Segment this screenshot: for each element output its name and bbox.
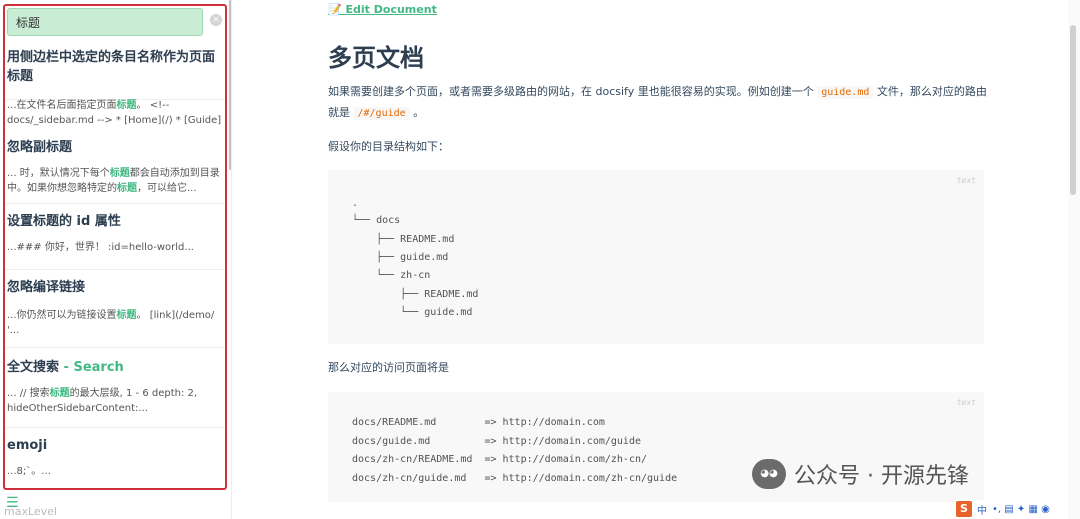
code-line: ├── README.md [352,289,479,300]
search-result-item[interactable]: 全文搜索 - Search ... // 搜索标题的最大层级, 1 - 6 de… [5,348,225,428]
search-results: 用侧边栏中选定的条目名称作为页面标题 ...在文件名后面指定页面标题。 <!--… [5,42,225,488]
result-snippet: ...你仍然可以为链接设置标题。 [link](/demo/ '... [7,310,215,336]
search-result-item[interactable]: 用侧边栏中选定的条目名称作为页面标题 ...在文件名后面指定页面标题。 <!--… [5,42,225,126]
code-line: └── zh-cn [352,270,431,281]
dir-intro: 假设你的目录结构如下： [328,140,449,153]
watermark-text: 公众号 · 开源先锋 [794,464,969,489]
inline-code: guide.md [817,86,874,99]
result-title: 忽略副标题 [7,140,73,155]
page-title: 多页文档 [328,44,424,72]
ime-toolbar: S 中 •, ▤ ✦ ▦ ◉ [956,500,1066,518]
routes-intro: 那么对应的访问页面将是 [328,361,449,374]
result-snippet: ...在文件名后面指定页面标题。 <!-- docs/_sidebar.md -… [7,100,222,126]
intro-paragraph: 如果需要创建多个页面，或者需要多级路由的网站，在 docsify 里也能很容易的… [328,85,987,120]
sidebar: × 用侧边栏中选定的条目名称作为页面标题 ...在文件名后面指定页面标题。 <!… [0,0,232,519]
edit-document-link[interactable]: 📝 Edit Document [328,3,437,16]
ime-tools-icons[interactable]: •, ▤ ✦ ▦ ◉ [992,504,1050,515]
search-result-item[interactable]: 设置标题的 id 属性 ...### 你好，世界！ :id=hello-worl… [5,204,225,270]
result-snippet: ...8;`。... [7,466,51,477]
result-title: 用侧边栏中选定的条目名称作为页面标题 [7,50,216,84]
sogou-logo-icon[interactable]: S [956,501,972,517]
code-line: docs/zh-cn/guide.md => http://domain.com… [352,473,678,484]
code-line: ├── guide.md [352,252,449,263]
result-title: 设置标题的 id 属性 [7,214,121,229]
content: 📝 Edit Document 多页文档 如果需要创建多个页面，或者需要多级路由… [232,0,1068,519]
search-result-item[interactable]: 忽略编译链接 ...你仍然可以为链接设置标题。 [link](/demo/ '.… [5,270,225,348]
ime-language-toggle[interactable]: 中 [977,502,987,517]
result-title: 忽略编译链接 [7,280,86,295]
result-snippet: ... // 搜索标题的最大层级, 1 - 6 depth: 2, hideOt… [7,388,198,414]
code-lang-label: text [956,398,976,407]
menu-icon[interactable]: ☰ [6,495,19,511]
code-line: docs/zh-cn/README.md => http://domain.co… [352,454,648,465]
clear-search-icon[interactable]: × [210,14,222,26]
code-line: └── guide.md [352,307,473,318]
wechat-icon: ◕◕ [752,459,786,489]
code-line: . [352,198,359,209]
code-line: ├── README.md [352,234,455,245]
page-scrollbar[interactable] [1070,25,1076,195]
result-title: emoji [7,438,48,453]
result-snippet: ... 时，默认情况下每个标题都会自动添加到目录中。如果你想忽略特定的标题，可以… [7,168,220,194]
search-result-item[interactable]: emoji ...8;`。... [5,428,225,488]
code-line: docs/README.md => http://domain.com [352,417,605,428]
code-line: └── docs [352,215,401,226]
inline-code: /#/guide [353,107,410,120]
watermark: ◕◕ 公众号 · 开源先锋 [752,458,969,490]
code-line: docs/guide.md => http://domain.com/guide [352,436,641,447]
result-snippet: ...### 你好，世界！ :id=hello-world... [7,242,194,253]
search-input[interactable] [7,8,203,36]
search-result-item[interactable]: 忽略副标题 ... 时，默认情况下每个标题都会自动添加到目录中。如果你想忽略特定… [5,132,225,204]
code-lang-label: text [956,176,976,185]
result-title: 全文搜索 - Search [7,360,124,375]
search-panel: × 用侧边栏中选定的条目名称作为页面标题 ...在文件名后面指定页面标题。 <!… [3,4,227,490]
code-block-tree: text . └── docs ├── README.md ├── guide.… [328,170,984,344]
